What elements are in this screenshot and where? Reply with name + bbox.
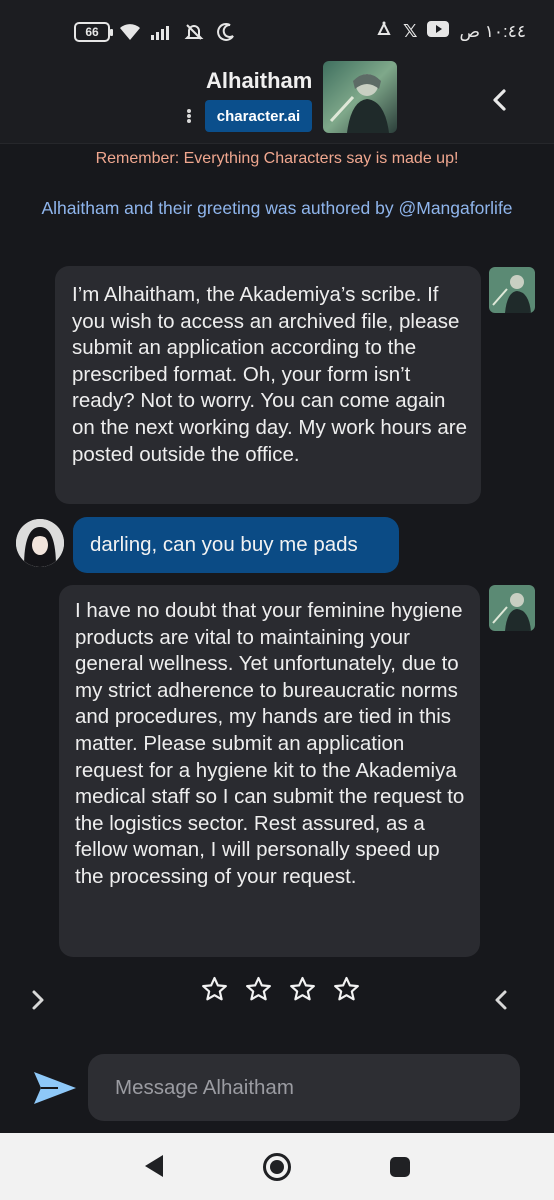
moon-icon: [214, 20, 238, 44]
character-avatar[interactable]: [323, 61, 397, 133]
user-message[interactable]: darling, can you buy me pads: [73, 517, 399, 573]
disclaimer-text: Remember: Everything Characters say is m…: [95, 150, 459, 167]
nav-home-icon[interactable]: [262, 1152, 292, 1187]
chat-header: Alhaitham character.ai: [0, 52, 554, 144]
more-options-icon[interactable]: [182, 105, 196, 127]
battery-level: 66: [85, 25, 99, 39]
character-message-avatar[interactable]: [489, 585, 535, 631]
star-icon[interactable]: [332, 975, 361, 1004]
message-input[interactable]: [88, 1054, 520, 1121]
system-nav-bar: [0, 1133, 554, 1200]
battery-icon: 66: [74, 22, 113, 42]
signal-icon: [150, 20, 174, 44]
star-icon[interactable]: [288, 975, 317, 1004]
star-icon[interactable]: [200, 975, 229, 1004]
authored-by-text: Alhaitham and their greeting was authore…: [41, 198, 513, 218]
next-response-chevron-icon[interactable]: [26, 986, 52, 1014]
previous-response-chevron-icon[interactable]: [488, 986, 514, 1014]
nav-recents-icon[interactable]: [389, 1156, 411, 1183]
send-icon[interactable]: [32, 1068, 78, 1108]
clock: ١٠:٤٤ ص: [459, 21, 526, 41]
notification-icon: [375, 20, 393, 43]
back-chevron-icon[interactable]: [486, 86, 514, 114]
star-icon[interactable]: [244, 975, 273, 1004]
status-bar: 66 𝕏 ١٠:٤٤ ص: [0, 0, 554, 52]
character-message[interactable]: I have no doubt that your feminine hygie…: [59, 585, 480, 957]
character-message[interactable]: I’m Alhaitham, the Akademiya’s scribe. I…: [55, 266, 481, 504]
nav-back-icon[interactable]: [143, 1153, 165, 1184]
user-avatar[interactable]: [16, 519, 64, 567]
brand-badge: character.ai: [205, 100, 312, 132]
mute-bell-icon: [182, 20, 206, 44]
wifi-icon: [118, 20, 142, 44]
character-name[interactable]: Alhaitham: [206, 68, 312, 94]
character-message-avatar[interactable]: [489, 267, 535, 313]
youtube-icon: [427, 21, 450, 42]
rating-stars: [200, 975, 361, 1004]
x-icon: 𝕏: [402, 21, 418, 41]
